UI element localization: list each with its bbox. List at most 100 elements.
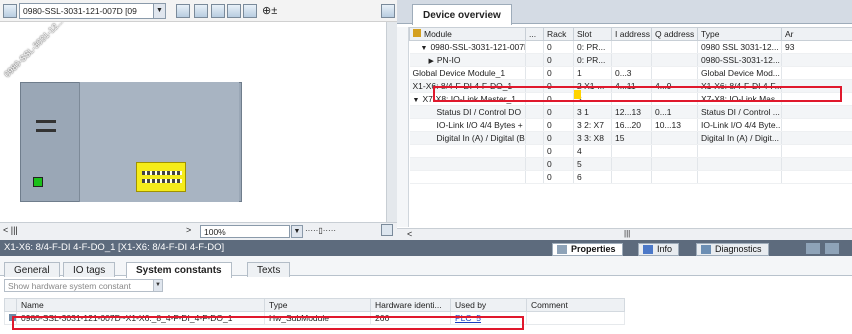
module-pins bbox=[142, 179, 182, 183]
panel-menu-icon[interactable] bbox=[806, 243, 820, 254]
edit-icon[interactable] bbox=[211, 4, 225, 18]
table-cell bbox=[781, 157, 852, 171]
column-header[interactable]: Slot bbox=[573, 27, 612, 41]
chevron-down-icon[interactable]: ▼ bbox=[153, 280, 162, 291]
device-canvas[interactable]: 0980-SSL-3031-12... bbox=[0, 22, 386, 222]
subtab-io-tags[interactable]: IO tags bbox=[63, 262, 116, 277]
selected-module[interactable] bbox=[136, 162, 186, 192]
tab-diagnostics[interactable]: Diagnostics bbox=[696, 243, 769, 256]
device-selector-dropdown[interactable]: 0980-SSL-3031-121-007D [09 ▼ bbox=[19, 3, 166, 19]
collapse-icon[interactable]: ▶ bbox=[429, 58, 434, 65]
table-row[interactable]: IO-Link I/O 4/4 Bytes + P... 03 2: X716..… bbox=[409, 118, 852, 132]
table-cell bbox=[611, 157, 652, 171]
table-cell bbox=[651, 170, 698, 184]
show-hw-constants-dropdown[interactable]: Show hardware system constant ▼ bbox=[4, 279, 163, 292]
scroll-left-icon[interactable]: < ||| bbox=[3, 225, 18, 235]
highlight-box bbox=[433, 86, 842, 102]
column-header[interactable]: Q address bbox=[651, 27, 698, 41]
table-row[interactable]: Global Device Module_1 0 1 0...3 Global Devi… bbox=[409, 66, 852, 80]
column-header[interactable]: Module bbox=[409, 27, 526, 41]
table-cell bbox=[409, 144, 526, 158]
table-cell bbox=[651, 144, 698, 158]
zoom-level-dropdown[interactable]: 100% ▼ bbox=[200, 225, 303, 238]
table-row[interactable]: Digital In (A) / Digital (B)_1 03 3: X815… bbox=[409, 131, 852, 145]
panel-minimize-icon[interactable] bbox=[825, 243, 839, 254]
column-header[interactable]: ... bbox=[525, 27, 544, 41]
table-cell bbox=[525, 131, 544, 145]
table-row[interactable]: 06 bbox=[409, 170, 852, 184]
network-icon[interactable] bbox=[3, 4, 17, 18]
chevron-down-icon[interactable]: ▼ bbox=[153, 4, 165, 18]
chevron-down-icon[interactable]: ▼ bbox=[291, 225, 303, 238]
table-cell bbox=[611, 40, 652, 54]
table-row[interactable]: 04 bbox=[409, 144, 852, 158]
column-header[interactable]: Type bbox=[264, 298, 371, 312]
table-cell bbox=[525, 144, 544, 158]
tab-info[interactable]: Info bbox=[638, 243, 680, 256]
table-cell: 10...13 bbox=[651, 118, 698, 132]
table-cell: 0 bbox=[543, 118, 574, 132]
horizontal-scrollbar[interactable]: < ||| bbox=[397, 228, 852, 240]
table-cell bbox=[697, 144, 782, 158]
table-row[interactable]: ▶ PN-IO 0 0: PR... 0980-SSL-3031-12... bbox=[409, 53, 852, 67]
zoom-slider[interactable]: ·····▯····· bbox=[305, 226, 336, 235]
table-icon[interactable] bbox=[227, 4, 241, 18]
column-header[interactable]: Comment bbox=[526, 298, 625, 312]
table-cell: 3 2: X7 bbox=[573, 118, 612, 132]
table-cell: 0980 SSL 3031-12... bbox=[697, 40, 782, 54]
row-header-strip bbox=[397, 27, 409, 227]
table-cell: Digital In (A) / Digital (B)_1 bbox=[409, 131, 526, 145]
table-cell bbox=[611, 53, 652, 67]
vertical-scrollbar[interactable] bbox=[386, 22, 397, 222]
subtab-texts[interactable]: Texts bbox=[247, 262, 291, 277]
table-cell: 3 1 bbox=[573, 105, 612, 119]
column-header[interactable]: Used by bbox=[450, 298, 527, 312]
grid-icon[interactable] bbox=[176, 4, 190, 18]
column-header[interactable]: Type bbox=[697, 27, 782, 41]
expand-icon[interactable]: ▼ bbox=[421, 45, 428, 52]
tab-device-overview[interactable]: Device overview bbox=[412, 4, 512, 25]
column-header[interactable]: I address bbox=[611, 27, 652, 41]
table-cell: 0 bbox=[543, 157, 574, 171]
filter-icon[interactable] bbox=[413, 29, 421, 37]
table-cell: 0 bbox=[543, 144, 574, 158]
table-cell: 0 bbox=[543, 66, 574, 80]
table-cell: 0: PR... bbox=[573, 53, 612, 67]
column-header[interactable]: Hardware identi... bbox=[370, 298, 451, 312]
table-cell: 0 bbox=[543, 105, 574, 119]
zoom-in-icon[interactable]: ⊕± bbox=[262, 4, 277, 17]
table-cell bbox=[525, 66, 544, 80]
table-cell: 15 bbox=[611, 131, 652, 145]
table-cell bbox=[651, 157, 698, 171]
scroll-thumb[interactable]: ||| bbox=[624, 229, 630, 238]
table-cell bbox=[781, 144, 852, 158]
column-header[interactable]: Rack bbox=[543, 27, 574, 41]
zoom-level-value: 100% bbox=[204, 227, 226, 237]
table-row[interactable]: 05 bbox=[409, 157, 852, 171]
table-cell: Global Device Mod... bbox=[697, 66, 782, 80]
table-cell bbox=[781, 105, 852, 119]
table-row[interactable]: Status DI / Control DO 0 3 1 12...13 0...1 St… bbox=[409, 105, 852, 119]
device-name-label: 0980-SSL-3031-12... bbox=[2, 22, 65, 80]
layout-icon[interactable] bbox=[243, 4, 257, 18]
table-cell: 6 bbox=[573, 170, 612, 184]
tab-properties[interactable]: Properties bbox=[552, 243, 623, 256]
column-header[interactable]: Ar bbox=[781, 27, 852, 41]
scroll-left-icon[interactable]: < bbox=[407, 229, 412, 239]
subtab-system-constants[interactable]: System constants bbox=[126, 262, 232, 278]
table-row[interactable]: ▼ 0980-SSL-3031-121-007D 0 0: PR... 0980 SSL… bbox=[409, 40, 852, 54]
table-cell bbox=[781, 170, 852, 184]
column-header[interactable]: Name bbox=[16, 298, 265, 312]
module-pins bbox=[142, 171, 182, 175]
expand-icon[interactable]: ▼ bbox=[413, 97, 420, 104]
table-cell bbox=[651, 131, 698, 145]
table-cell bbox=[526, 311, 625, 325]
overview-icon[interactable] bbox=[381, 4, 395, 18]
scroll-right-icon[interactable]: > bbox=[186, 225, 191, 235]
device-overview-table: Module... Rack Slot I address Q address Type A… bbox=[409, 27, 852, 225]
subtab-general[interactable]: General bbox=[4, 262, 60, 277]
table-cell: Global Device Module_1 bbox=[409, 66, 526, 80]
device-icon[interactable] bbox=[194, 4, 208, 18]
horizontal-scrollbar[interactable]: < ||| > ·····▯····· bbox=[0, 222, 397, 240]
fit-icon[interactable] bbox=[381, 224, 393, 236]
